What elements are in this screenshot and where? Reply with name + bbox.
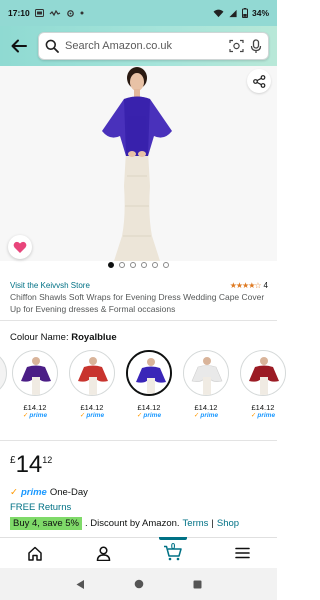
product-image-gallery[interactable] bbox=[0, 66, 277, 261]
swatch-prime-badge: prime bbox=[239, 412, 287, 420]
nav-account[interactable] bbox=[84, 539, 124, 567]
swatch-image bbox=[241, 351, 285, 395]
colour-label-text: Colour Name: bbox=[10, 332, 69, 343]
cart-count: 0 bbox=[170, 542, 176, 551]
camera-scan-icon[interactable] bbox=[229, 39, 244, 53]
prime-badge: prime bbox=[20, 487, 47, 498]
one-day-label: One-Day bbox=[49, 487, 88, 498]
search-bar[interactable] bbox=[38, 32, 269, 60]
swatch-price: £14.12 bbox=[137, 403, 161, 412]
bottom-nav: 0 bbox=[0, 537, 277, 568]
pagination-dot-5[interactable] bbox=[152, 262, 158, 268]
person-icon bbox=[97, 545, 111, 561]
colour-label: Colour Name: Royalblue bbox=[10, 332, 117, 343]
swatch-price: £14.12 bbox=[251, 403, 275, 412]
colour-swatch-burgundy[interactable]: £14.12 prime bbox=[239, 350, 287, 420]
system-recents-icon[interactable] bbox=[193, 580, 202, 589]
shop-link[interactable]: Shop bbox=[217, 518, 239, 529]
battery-level: 34% bbox=[251, 8, 269, 18]
app-header bbox=[0, 26, 277, 66]
dot-icon bbox=[80, 11, 84, 15]
prime-delivery: ✓ prime One-Day bbox=[10, 487, 88, 498]
system-back-icon[interactable] bbox=[75, 579, 85, 590]
status-time: 17:10 bbox=[8, 8, 30, 18]
arrow-left-icon bbox=[11, 39, 27, 53]
system-nav-bar bbox=[0, 568, 277, 600]
colour-swatch-royalblue[interactable]: £14.12 prime bbox=[125, 350, 173, 420]
product-title: Chiffon Shawls Soft Wraps for Evening Dr… bbox=[10, 292, 265, 314]
image-pagination bbox=[0, 262, 277, 272]
pagination-dot-1[interactable] bbox=[108, 262, 114, 268]
store-link[interactable]: Visit the Keivvsh Store bbox=[10, 281, 90, 290]
promo-tag: Buy 4, save 5% bbox=[10, 517, 83, 530]
search-input[interactable] bbox=[65, 40, 223, 52]
signal-icon bbox=[229, 9, 237, 17]
divider bbox=[0, 320, 277, 321]
colour-swatches: £14.12 prime £14.12 prime £14.12 prime £… bbox=[0, 350, 286, 430]
sim-icon bbox=[34, 9, 44, 17]
prime-check-icon: ✓ bbox=[10, 487, 18, 498]
rating-count: 4 bbox=[263, 280, 268, 290]
divider bbox=[0, 440, 277, 441]
nav-cart[interactable]: 0 bbox=[153, 537, 193, 567]
colour-swatch-white[interactable]: £14.12 prime bbox=[182, 350, 230, 420]
share-button[interactable] bbox=[247, 69, 271, 93]
swatch-price: £14.12 bbox=[80, 403, 104, 412]
promo-text: . Discount by Amazon. bbox=[85, 518, 180, 529]
pagination-dot-4[interactable] bbox=[141, 262, 147, 268]
pagination-dot-2[interactable] bbox=[119, 262, 125, 268]
promo-separator: | bbox=[211, 518, 214, 529]
promo-line: Buy 4, save 5% . Discount by Amazon. Ter… bbox=[10, 517, 272, 530]
colour-selected: Royalblue bbox=[71, 332, 117, 343]
settings-icon bbox=[66, 9, 74, 17]
pagination-dot-6[interactable] bbox=[163, 262, 169, 268]
share-icon bbox=[252, 74, 265, 88]
price-whole: 14 bbox=[15, 451, 43, 478]
colour-swatch-partial[interactable] bbox=[0, 350, 8, 396]
system-home-icon[interactable] bbox=[134, 579, 144, 589]
nav-menu[interactable] bbox=[222, 539, 262, 567]
heart-icon bbox=[13, 241, 27, 253]
notification-icon bbox=[49, 9, 61, 16]
swatch-prime-badge: prime bbox=[182, 412, 230, 420]
swatch-image bbox=[184, 351, 228, 395]
menu-icon bbox=[235, 547, 250, 559]
rating[interactable]: ★★★★☆ 4 bbox=[230, 281, 268, 290]
colour-swatch-red[interactable]: £14.12 prime bbox=[68, 350, 116, 420]
swatch-image bbox=[13, 351, 57, 395]
product-image bbox=[102, 67, 172, 261]
swatch-prime-badge: prime bbox=[68, 412, 116, 420]
wishlist-button[interactable] bbox=[8, 235, 32, 259]
store-rating-row: Visit the Keivvsh Store ★★★★☆ 4 bbox=[10, 279, 268, 291]
swatch-prime-badge: prime bbox=[11, 412, 59, 420]
microphone-icon[interactable] bbox=[250, 38, 262, 54]
price-fraction: 12 bbox=[42, 455, 53, 465]
home-icon bbox=[27, 546, 42, 561]
back-button[interactable] bbox=[8, 35, 30, 57]
swatch-prime-badge: prime bbox=[125, 412, 173, 420]
rating-stars-icon: ★★★★☆ bbox=[229, 280, 262, 290]
swatch-price: £14.12 bbox=[194, 403, 218, 412]
pagination-dot-3[interactable] bbox=[130, 262, 136, 268]
swatch-image bbox=[128, 352, 170, 394]
product-price: £ 14 12 bbox=[10, 452, 52, 478]
colour-swatch-purple[interactable]: £14.12 prime bbox=[11, 350, 59, 420]
search-icon bbox=[45, 39, 59, 53]
free-returns-link[interactable]: FREE Returns bbox=[10, 502, 71, 513]
swatch-price: £14.12 bbox=[23, 403, 47, 412]
status-bar: 17:10 34% bbox=[0, 0, 277, 26]
terms-link[interactable]: Terms bbox=[183, 518, 209, 529]
battery-icon bbox=[241, 8, 248, 18]
nav-home[interactable] bbox=[15, 539, 55, 567]
swatch-image bbox=[70, 351, 114, 395]
wifi-icon bbox=[213, 9, 224, 17]
